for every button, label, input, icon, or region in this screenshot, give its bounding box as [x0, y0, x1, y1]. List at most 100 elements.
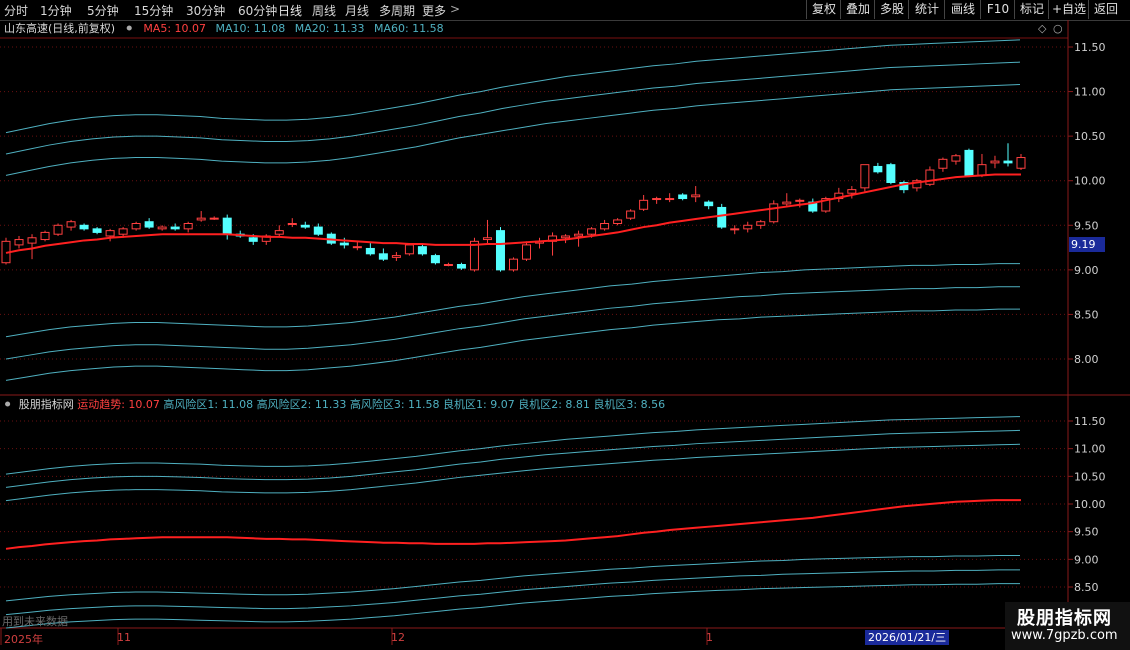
candle-body [118, 228, 128, 235]
candle-body [495, 230, 505, 271]
candle-body [157, 226, 167, 230]
candle-body [170, 226, 180, 230]
candle-body [561, 235, 571, 239]
candle-body [873, 165, 883, 173]
high-risk-3-label: 高风险区3: 11.58 [349, 398, 440, 411]
candle-body [209, 217, 219, 220]
main-axis-label: 10.00 [1074, 175, 1106, 188]
candle-body [652, 198, 662, 201]
candle-body [365, 247, 375, 255]
candle-body [938, 158, 948, 169]
current-price-tag: 9.19 [1069, 237, 1105, 252]
candle-body [378, 253, 388, 260]
candle-body [925, 169, 935, 185]
date-label-year: 2025年 [4, 633, 43, 646]
date-label-nov: 11 [117, 631, 131, 644]
candle-body [613, 219, 623, 225]
candle-body [456, 264, 466, 269]
candle-body [860, 164, 870, 189]
candle-body [144, 221, 154, 228]
indicator-settings-icon[interactable]: ⚫ [3, 398, 12, 411]
main-axis-label: 9.00 [1074, 264, 1099, 277]
candle-body [600, 223, 610, 230]
candle-body [183, 223, 193, 230]
indicator-band-opportunity_1 [5, 554, 1020, 602]
candle-body [951, 155, 961, 162]
indicator-axis-label: 9.50 [1074, 526, 1099, 539]
candle-body [27, 237, 37, 244]
candle-body [704, 201, 714, 207]
future-data-note: 用到未来数据 [2, 615, 68, 628]
main-axis-label: 11.00 [1074, 86, 1106, 99]
candle-body [14, 239, 24, 246]
candle-body [352, 246, 362, 249]
candle-body [300, 224, 310, 228]
indicator-trend-line [5, 499, 1021, 550]
date-axis: 2025年 11 12 1 [0, 630, 1130, 646]
candle-body [1016, 157, 1026, 169]
trend-label: 运动趋势: 10.07 [77, 398, 160, 411]
candle-body [977, 164, 987, 176]
candle-body [105, 230, 115, 237]
candle-body [196, 217, 206, 221]
indicator-axis-label: 9.00 [1074, 553, 1099, 566]
kline-chart[interactable]: 11.50 11.00 10.50 10.00 9.50 9.00 8.50 8.00 11.5… [0, 0, 1130, 650]
candle-body [990, 160, 1000, 164]
candle-body [443, 264, 453, 267]
opportunity-2-label: 良机区2: 8.81 [518, 398, 590, 411]
brand-watermark: 股朋指标网 www.7gpzb.com [1005, 602, 1130, 650]
brand-name: 股朋指标网 [1017, 608, 1112, 629]
candle-body [626, 210, 636, 219]
candle-body [248, 237, 258, 242]
candle-body [769, 203, 779, 223]
date-label-dec: 12 [391, 631, 405, 644]
candle-body [743, 224, 753, 230]
candle-body [574, 233, 584, 237]
opportunity-3-label: 良机区3: 8.56 [593, 398, 666, 411]
candle-body [66, 221, 76, 228]
opportunity-1-label: 良机区1: 9.07 [443, 398, 515, 411]
indicator-name: 股朋指标网 [18, 398, 74, 411]
main-axis-label: 8.00 [1074, 353, 1099, 366]
candle-body [417, 246, 427, 255]
candle-body [53, 224, 63, 235]
candle-body [509, 258, 518, 271]
candle-body [482, 237, 492, 241]
candle-body [522, 244, 532, 260]
candle-body [782, 201, 792, 205]
indicator-info: ⚫ 股朋指标网 运动趋势: 10.07 高风险区1: 11.08 高风险区2: … [0, 397, 665, 413]
main-axis-label: 9.50 [1074, 219, 1099, 232]
candle-body [665, 198, 675, 201]
high-risk-1-label: 高风险区1: 11.08 [163, 398, 254, 411]
indicator-band-high_risk_3 [5, 416, 1021, 475]
candle-body [131, 223, 141, 230]
high-risk-2-label: 高风险区2: 11.33 [256, 398, 347, 411]
candle-body [639, 199, 649, 210]
candle-body [730, 228, 740, 231]
main-band-high_risk_2 [5, 61, 1021, 155]
date-label-jan: 1 [706, 631, 713, 644]
candle-body [274, 230, 284, 235]
candle-body [430, 255, 440, 264]
candle-body [313, 226, 323, 235]
brand-url: www.7gpzb.com [1011, 628, 1118, 643]
main-axis-label: 10.50 [1074, 130, 1106, 143]
main-band-high_risk_3 [5, 39, 1021, 134]
candle-body [1003, 160, 1013, 164]
candle-body [404, 244, 414, 255]
candle-body [886, 164, 896, 183]
main-band-opportunity_1 [5, 263, 1020, 338]
candle-body [795, 199, 805, 202]
indicator-axis-label: 11.00 [1074, 443, 1106, 456]
main-axis-label: 8.50 [1074, 308, 1099, 321]
candle-body [587, 228, 597, 235]
candle-body [287, 223, 297, 226]
candle-body [847, 189, 857, 194]
candle-body [40, 231, 50, 241]
candle-body [691, 194, 701, 198]
indicator-band-high_risk_1 [5, 443, 1021, 502]
indicator-axis-label: 10.00 [1074, 498, 1106, 511]
main-axis-label: 11.50 [1074, 41, 1106, 54]
indicator-band-high_risk_2 [5, 429, 1021, 488]
candle-body [717, 206, 727, 228]
